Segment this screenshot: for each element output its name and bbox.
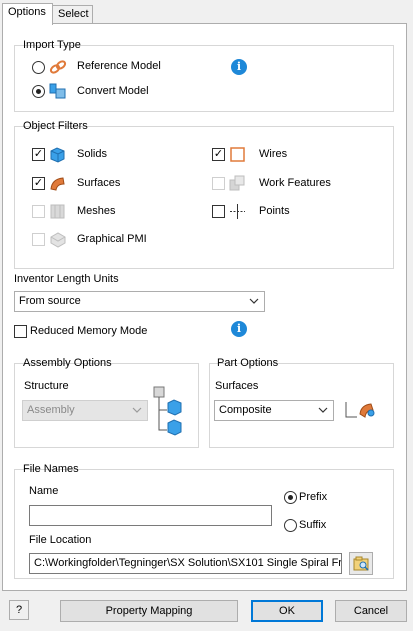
name-label: Name xyxy=(29,485,59,497)
chevron-down-icon xyxy=(318,407,328,413)
mesh-icon xyxy=(50,204,65,219)
graphical-pmi-label: Graphical PMI xyxy=(77,233,147,245)
wires-checkbox[interactable]: ✓ xyxy=(212,148,225,161)
convert-model-label: Convert Model xyxy=(77,85,149,97)
suffix-label: Suffix xyxy=(299,519,327,531)
wires-label: Wires xyxy=(259,148,288,160)
reduced-memory-info-icon[interactable]: i xyxy=(231,321,247,337)
ok-button[interactable]: OK xyxy=(251,600,323,622)
cancel-button[interactable]: Cancel xyxy=(335,600,407,622)
work-features-checkbox[interactable] xyxy=(212,177,225,190)
wire-icon xyxy=(230,147,245,162)
assembly-tree-icon xyxy=(153,386,182,436)
surfaces-dropdown[interactable]: Composite xyxy=(214,400,334,421)
tab-options[interactable]: Options xyxy=(2,3,53,25)
length-units-label: Inventor Length Units xyxy=(14,273,119,285)
surfaces-checkbox[interactable]: ✓ xyxy=(32,177,45,190)
assembly-options-title: Assembly Options xyxy=(23,357,112,369)
points-label: Points xyxy=(259,205,290,217)
work-features-icon xyxy=(229,175,245,191)
help-icon: ? xyxy=(15,604,23,616)
structure-label: Structure xyxy=(24,380,69,392)
length-units-value: From source xyxy=(19,295,81,307)
chevron-down-icon xyxy=(249,298,259,304)
browse-folder-icon xyxy=(353,556,369,571)
length-units-dropdown[interactable]: From source xyxy=(14,291,265,312)
chevron-down-icon xyxy=(132,407,142,413)
import-type-group xyxy=(14,45,394,112)
tab-bar: Options Select xyxy=(0,0,413,25)
part-options-title: Part Options xyxy=(217,357,279,369)
convert-model-radio[interactable] xyxy=(32,85,45,98)
solid-cube-icon xyxy=(50,147,65,163)
work-features-label: Work Features xyxy=(259,177,331,189)
tab-select[interactable]: Select xyxy=(52,5,93,24)
convert-model-icon xyxy=(49,83,66,99)
solids-checkbox[interactable]: ✓ xyxy=(32,148,45,161)
points-checkbox[interactable] xyxy=(212,205,225,218)
property-mapping-button[interactable]: Property Mapping xyxy=(60,600,238,622)
suffix-radio[interactable] xyxy=(284,519,297,532)
object-filters-title: Object Filters xyxy=(23,120,88,132)
file-names-title: File Names xyxy=(23,463,79,475)
prefix-label: Prefix xyxy=(299,491,328,503)
pmi-icon xyxy=(50,232,66,248)
reference-model-radio[interactable] xyxy=(32,61,45,74)
meshes-label: Meshes xyxy=(77,205,116,217)
import-type-info-icon[interactable]: i xyxy=(231,59,247,75)
file-location-field[interactable]: C:\Workingfolder\Tegninger\SX Solution\S… xyxy=(29,553,342,574)
solids-label: Solids xyxy=(77,148,107,160)
surface-icon xyxy=(50,177,65,191)
meshes-checkbox[interactable] xyxy=(32,205,45,218)
surfaces-value: Composite xyxy=(219,404,272,416)
file-location-label: File Location xyxy=(29,534,92,546)
graphical-pmi-checkbox[interactable] xyxy=(32,233,45,246)
structure-dropdown[interactable]: Assembly xyxy=(22,400,148,421)
help-button[interactable]: ? xyxy=(9,600,29,620)
chain-link-icon xyxy=(49,60,67,74)
import-type-title: Import Type xyxy=(23,39,81,51)
surfaces-label: Surfaces xyxy=(77,177,121,189)
name-input[interactable] xyxy=(29,505,272,526)
options-page: Import Type Reference Model Convert Mode… xyxy=(2,23,407,591)
reference-model-label: Reference Model xyxy=(77,60,161,72)
composite-surface-icon xyxy=(345,402,375,418)
point-icon xyxy=(230,204,245,219)
structure-value: Assembly xyxy=(27,404,75,416)
reduced-memory-label: Reduced Memory Mode xyxy=(30,325,148,337)
reduced-memory-checkbox[interactable] xyxy=(14,325,27,338)
object-filters-group xyxy=(14,126,394,269)
surfaces-option-label: Surfaces xyxy=(215,380,259,392)
browse-button[interactable] xyxy=(349,552,373,575)
prefix-radio[interactable] xyxy=(284,491,297,504)
